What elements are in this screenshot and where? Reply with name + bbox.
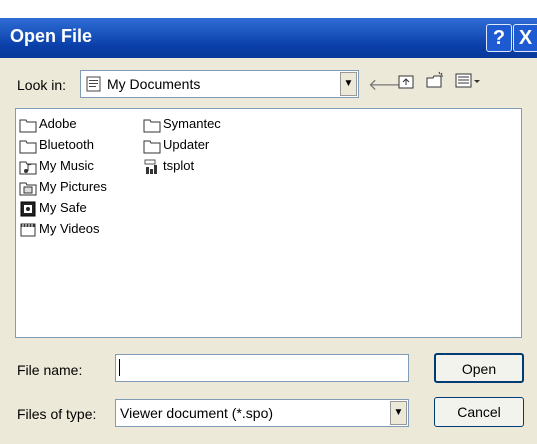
cancel-button[interactable]: Cancel bbox=[434, 397, 524, 427]
file-list[interactable]: Adobe Bluetooth My Music My Pictures My … bbox=[15, 108, 522, 338]
folder-icon bbox=[143, 119, 161, 133]
help-icon: ? bbox=[492, 27, 506, 49]
list-item[interactable]: tsplot bbox=[143, 157, 194, 177]
list-item[interactable]: My Videos bbox=[19, 220, 99, 240]
new-folder-icon[interactable] bbox=[425, 70, 445, 95]
folder-icon bbox=[19, 140, 37, 154]
title-bar[interactable]: Open File ? X bbox=[0, 18, 537, 58]
list-item[interactable]: My Music bbox=[19, 157, 94, 177]
text-caret bbox=[119, 359, 120, 376]
dialog-title: Open File bbox=[10, 26, 93, 46]
list-item[interactable]: Bluetooth bbox=[19, 136, 94, 156]
folder-icon bbox=[19, 119, 37, 133]
close-icon: X bbox=[518, 27, 533, 49]
music-folder-icon bbox=[19, 161, 37, 175]
help-button[interactable]: ? bbox=[486, 24, 512, 52]
list-item[interactable]: Adobe bbox=[19, 115, 77, 135]
spss-file-icon bbox=[144, 159, 157, 174]
close-button[interactable]: X bbox=[513, 24, 537, 52]
open-button[interactable]: Open bbox=[434, 353, 524, 383]
filetype-combo[interactable]: Viewer document (*.spo) ▼ bbox=[115, 399, 409, 427]
folder-icon bbox=[143, 140, 161, 154]
up-folder-icon[interactable] bbox=[397, 72, 415, 95]
filetype-dropdown-arrow[interactable]: ▼ bbox=[390, 401, 407, 425]
filetype-value: Viewer document (*.spo) bbox=[120, 405, 274, 421]
list-item[interactable]: Symantec bbox=[143, 115, 221, 135]
lookin-combo[interactable]: My Documents ▼ bbox=[80, 70, 359, 98]
videos-folder-icon bbox=[20, 223, 36, 237]
filename-field[interactable] bbox=[115, 354, 409, 382]
lookin-value: My Documents bbox=[107, 76, 201, 92]
filetype-label: Files of type: bbox=[17, 406, 97, 422]
view-menu-icon[interactable] bbox=[455, 72, 481, 95]
lookin-label: Look in: bbox=[17, 77, 67, 93]
lookin-dropdown-arrow[interactable]: ▼ bbox=[340, 72, 357, 96]
list-item[interactable]: My Pictures bbox=[19, 178, 107, 198]
pictures-folder-icon bbox=[19, 182, 37, 196]
list-item[interactable]: My Safe bbox=[19, 199, 87, 219]
filename-label: File name: bbox=[17, 362, 83, 378]
list-item[interactable]: Updater bbox=[143, 136, 209, 156]
safe-icon bbox=[20, 201, 36, 217]
my-documents-icon bbox=[85, 75, 103, 96]
background-window-strip bbox=[0, 0, 537, 20]
